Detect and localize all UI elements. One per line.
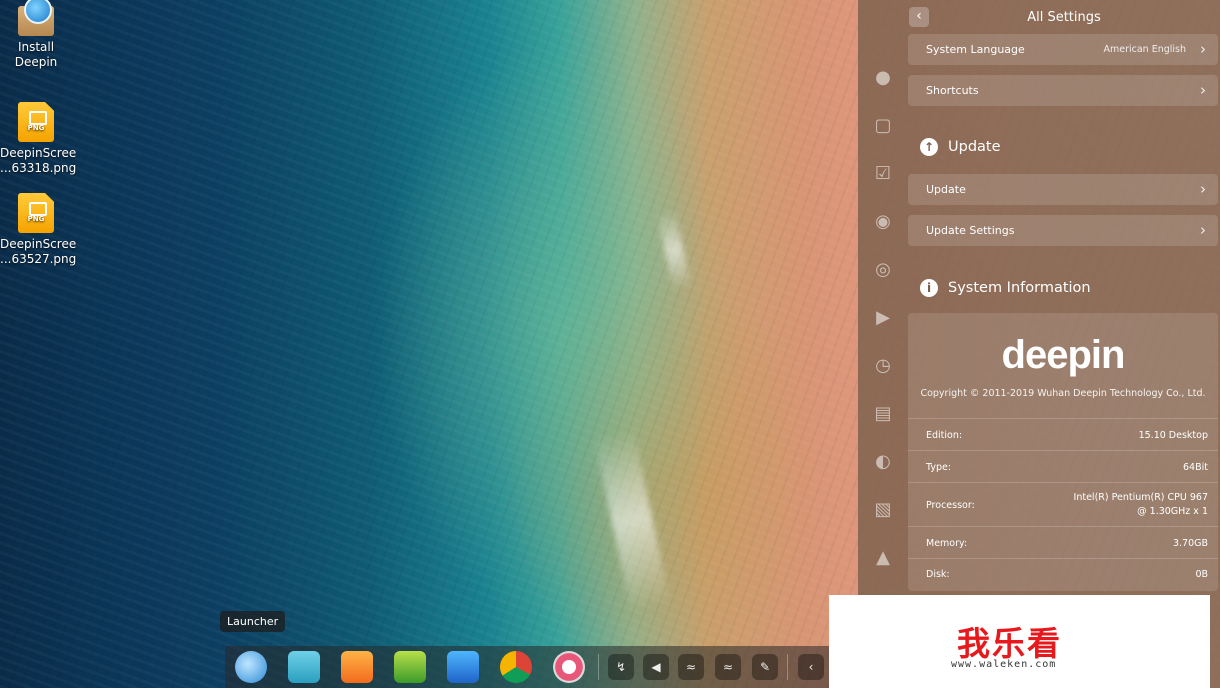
desktop-icon-label: Deepin [14,55,58,69]
deepin-logo: deepin [1001,333,1126,377]
row-label: System Language [926,43,1025,56]
info-value: 15.10 Desktop [1138,430,1208,441]
row-label: Shortcuts [926,84,979,97]
chevron-right-icon: › [1200,180,1206,198]
info-value: 64Bit [1183,462,1208,473]
settings-icon[interactable] [553,651,585,683]
desktop-icon-install-deepin[interactable]: Install Deepin [0,0,72,70]
info-row-processor: Processor: Intel(R) Pentium(R) CPU 967 @… [908,482,1218,527]
update-icon[interactable]: ▲ [873,548,893,568]
mouse-icon[interactable]: ◐ [873,452,893,472]
network-icon[interactable]: ◎ [873,260,893,280]
png-file-icon: PNG [18,193,54,233]
desktop-icon-label: DeepinScree [0,237,77,251]
info-key: Disk: [926,569,950,580]
info-row-edition: Edition: 15.10 Desktop [908,418,1218,451]
watermark-url: www.waleken.com [951,659,1057,670]
chevron-right-icon: › [1200,40,1206,58]
launcher-tooltip: Launcher [220,611,286,632]
dock-separator [787,654,788,680]
shortcuts-row[interactable]: Shortcuts › [908,75,1218,106]
desktop-icon-label: DeepinScree [0,146,77,160]
store-icon[interactable] [288,651,320,683]
accounts-icon[interactable]: ● [873,68,893,88]
update-row[interactable]: Update › [908,174,1218,205]
keyboard-icon[interactable]: ▧ [873,500,893,520]
settings-panel: ● ▢ ☑ ◉ ◎ ▶ ◷ ▤ ◐ ▧ ▲ ‹ All Settings Sys… [858,0,1220,688]
usb-icon[interactable]: ↯ [608,654,634,680]
chevron-right-icon: › [1200,221,1206,239]
sound-icon[interactable]: ▶ [873,308,893,328]
info-key: Type: [926,462,952,473]
info-icon: i [920,279,938,297]
wifi-icon[interactable]: ≈ [715,654,741,680]
chevron-right-icon: › [1200,81,1206,99]
power-icon[interactable]: ▤ [873,404,893,424]
display-icon[interactable]: ▢ [873,116,893,136]
info-key: Processor: [926,500,975,511]
info-value: @ 1.30GHz x 1 [1137,506,1208,517]
copyright-text: Copyright © 2011-2019 Wuhan Deepin Techn… [920,388,1206,399]
system-info-card: deepin Copyright © 2011-2019 Wuhan Deepi… [908,313,1218,591]
arrow-up-icon: ↑ [920,138,938,156]
update-settings-row[interactable]: Update Settings › [908,215,1218,246]
row-value: American English [1103,44,1186,55]
section-title: System Information [948,280,1091,296]
png-file-icon: PNG [18,102,54,142]
installer-icon [18,0,54,36]
info-key: Memory: [926,538,968,549]
info-key: Edition: [926,430,963,441]
row-label: Update Settings [926,224,1015,237]
music-icon[interactable] [394,651,426,683]
desktop-icon-label: ...63527.png [0,252,77,266]
pen-icon[interactable]: ✎ [752,654,778,680]
info-row-disk: Disk: 0B [908,558,1218,591]
info-row-memory: Memory: 3.70GB [908,526,1218,559]
desktop-icon-screenshot-2[interactable]: PNG DeepinScree ...63527.png [0,193,77,267]
system-language-row[interactable]: System Language American English › [908,34,1218,65]
launcher-icon[interactable] [235,651,267,683]
watermark: 我乐看 www.waleken.com [829,595,1210,688]
section-update: ↑ Update [920,138,1001,156]
dock-separator [598,654,599,680]
collapse-icon[interactable]: ‹ [798,654,824,680]
info-value: Intel(R) Pentium(R) CPU 967 [1073,492,1208,503]
desktop-icon-label: Install [17,40,55,54]
page-title: All Settings [1027,10,1101,25]
chrome-icon[interactable] [500,651,532,683]
app-store-icon[interactable] [341,651,373,683]
default-apps-icon[interactable]: ☑ [873,164,893,184]
video-icon[interactable] [447,651,479,683]
watermark-logo: 我乐看 [957,624,1062,663]
row-label: Update [926,183,966,196]
info-value: 0B [1195,569,1208,580]
volume-icon[interactable]: ◀ [643,654,669,680]
dock: ↯ ◀ ≈ ≈ ✎ ‹ [225,646,855,688]
personalization-icon[interactable]: ◉ [873,212,893,232]
desktop-icon-screenshot-1[interactable]: PNG DeepinScree ...63318.png [0,102,77,176]
settings-sidebar: ● ▢ ☑ ◉ ◎ ▶ ◷ ▤ ◐ ▧ ▲ [858,36,908,636]
desktop-icon-label: ...63318.png [0,161,77,175]
wifi-icon[interactable]: ≈ [678,654,704,680]
time-icon[interactable]: ◷ [873,356,893,376]
info-value: 3.70GB [1172,538,1208,549]
section-title: Update [948,139,1001,155]
info-row-type: Type: 64Bit [908,450,1218,483]
section-system-information: i System Information [920,279,1091,297]
